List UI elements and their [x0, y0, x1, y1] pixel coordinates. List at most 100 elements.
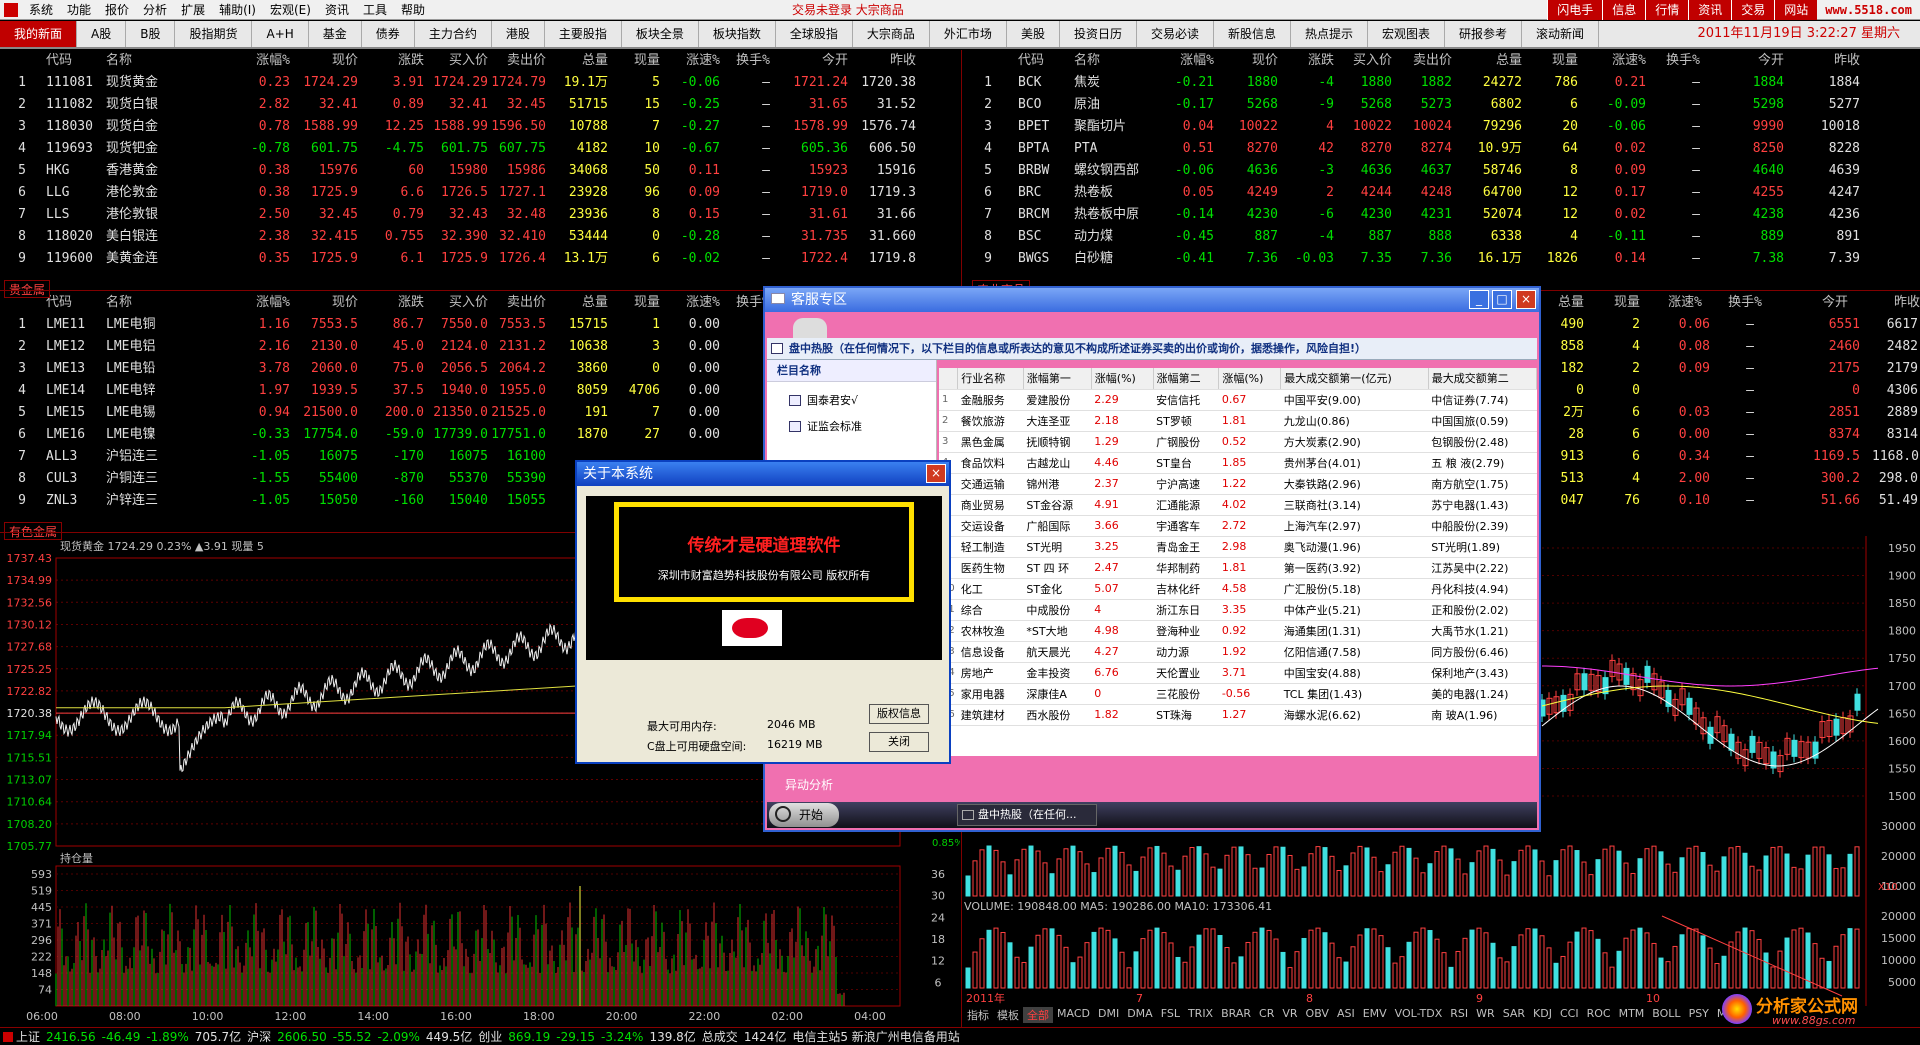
- close-button[interactable]: ×: [1516, 290, 1536, 309]
- column-header[interactable]: 昨收: [1790, 50, 1860, 72]
- table-row[interactable]: 513 4 2.00 — 300.2 298.0: [1536, 468, 1920, 490]
- indicator-tab[interactable]: 全部: [1023, 1007, 1053, 1023]
- hot-table-row[interactable]: 1 金融服务 爱建股份 2.29 安信信托 0.67 中国平安(9.00) 中信证券(7.74…: [939, 389, 1537, 411]
- tab-item[interactable]: 大宗商品: [853, 21, 930, 47]
- table-row[interactable]: 3 LME13 LME电铅 3.78 2060.0 75.0 2056.5 2064.2 386…: [0, 358, 760, 380]
- tab-item[interactable]: B股: [126, 21, 176, 47]
- indicator-tab[interactable]: CCI: [1556, 1007, 1583, 1023]
- section-label[interactable]: 贵金属: [4, 280, 51, 298]
- table-row[interactable]: 9 BWGS 白砂糖 -0.41 7.36 -0.03 7.35 7.36 16.1万 1826 0…: [966, 248, 1920, 270]
- table-row[interactable]: 6 LME16 LME电镍 -0.33 17754.0 -59.0 17739.0 17751…: [0, 424, 760, 446]
- menu-item[interactable]: 扩展: [174, 1, 212, 18]
- hot-column-header[interactable]: 行业名称: [957, 368, 1024, 390]
- hot-table-row[interactable]: 12农林牧渔*ST大地4.98登海种业0.92海通集团(1.31)大禹节水(1.…: [939, 620, 1537, 642]
- tab-item[interactable]: 基金: [309, 21, 362, 47]
- menu-item[interactable]: 辅助(I): [212, 1, 263, 18]
- table-row[interactable]: 913 6 0.34 — 1169.5 1168.0: [1536, 446, 1920, 468]
- column-header[interactable]: 名称: [106, 292, 176, 314]
- indicator-tab[interactable]: ROC: [1583, 1007, 1615, 1023]
- table-row[interactable]: 2 BCO 原油 -0.17 5268 -9 5268 5273 6802 6 -0.09—5298…: [966, 94, 1920, 116]
- tab-item[interactable]: 全球股指: [776, 21, 853, 47]
- menu-item[interactable]: 帮助: [394, 1, 432, 18]
- top-button[interactable]: 信息: [1602, 0, 1646, 20]
- indicator-tab[interactable]: FSL: [1157, 1007, 1184, 1023]
- indicator-tab[interactable]: EMV: [1359, 1007, 1391, 1023]
- indicator-tab[interactable]: DMI: [1094, 1007, 1123, 1023]
- tab-item[interactable]: 滚动新闻: [1522, 21, 1600, 47]
- tab-item[interactable]: 美股: [1007, 21, 1060, 47]
- table-row[interactable]: 2 LME12 LME电铝 2.16 2130.0 45.0 2124.0 2131.2 106…: [0, 336, 760, 358]
- tab-item[interactable]: 我的新面: [0, 21, 78, 47]
- column-header[interactable]: 现价: [1222, 50, 1278, 72]
- maximize-button[interactable]: □: [1492, 290, 1512, 309]
- indicator-tab[interactable]: OBV: [1302, 1007, 1333, 1023]
- column-header[interactable]: 换手%: [1656, 50, 1700, 72]
- menu-item[interactable]: 工具: [356, 1, 394, 18]
- table-row[interactable]: 8 BSC 动力煤 -0.45 887 -4 887 888 6338 4 -0.11—889 891: [966, 226, 1920, 248]
- column-header[interactable]: 现价: [288, 292, 358, 314]
- indicator-tab[interactable]: WR: [1472, 1007, 1499, 1023]
- tab-item[interactable]: A+H: [252, 21, 309, 47]
- indicator-tab[interactable]: VOL-TDX: [1391, 1007, 1447, 1023]
- about-close-icon[interactable]: ×: [926, 464, 946, 483]
- column-header[interactable]: 今开: [1800, 292, 1848, 314]
- hot-table-row[interactable]: 6商业贸易ST金谷源4.91汇通能源4.02三联商社(3.14)苏宁电器(1.4…: [939, 494, 1537, 516]
- indicator-tab[interactable]: SAR: [1499, 1007, 1529, 1023]
- column-header[interactable]: 昨收: [1872, 292, 1920, 314]
- tab-item[interactable]: 热点提示: [1291, 21, 1369, 47]
- indicator-tab[interactable]: MACD: [1053, 1007, 1094, 1023]
- copyright-button[interactable]: 版权信息: [869, 704, 929, 724]
- indicator-tab[interactable]: 指标: [963, 1007, 993, 1023]
- column-header[interactable]: 总量: [1460, 50, 1522, 72]
- column-header[interactable]: 现量: [1592, 292, 1640, 314]
- tab-item[interactable]: 投资日历: [1060, 21, 1137, 47]
- indicator-tab[interactable]: BRAR: [1217, 1007, 1255, 1023]
- indicator-tab[interactable]: TRIX: [1184, 1007, 1217, 1023]
- column-header[interactable]: 涨跌: [368, 292, 424, 314]
- sidebar-bottom-label[interactable]: 异动分析: [785, 776, 833, 793]
- menu-item[interactable]: 资讯: [318, 1, 356, 18]
- table-row[interactable]: 9 119600 美黄金连 0.35 1725.9 6.1 1725.9 1726.4 13.1…: [0, 248, 960, 270]
- column-header[interactable]: 涨速%: [666, 50, 720, 72]
- column-header[interactable]: 涨幅%: [230, 292, 290, 314]
- indicator-tab[interactable]: MTM: [1615, 1007, 1649, 1023]
- table-row[interactable]: 6 LLG 港伦敦金 0.38 1725.9 6.6 1726.5 1727.1 23928 96…: [0, 182, 960, 204]
- indicator-tab[interactable]: PSY: [1685, 1007, 1713, 1023]
- tab-item[interactable]: 港股: [492, 21, 545, 47]
- service-nav-item[interactable]: 国泰君安√: [789, 388, 936, 414]
- column-header[interactable]: 现量: [612, 292, 660, 314]
- hot-table-row[interactable]: 7交运设备广船国际3.66宇通客车2.72上海汽车(2.97)中船股份(2.39…: [939, 515, 1537, 537]
- service-nav-item[interactable]: 证监会标准: [789, 414, 936, 440]
- column-header[interactable]: 买入价: [1336, 50, 1392, 72]
- column-header[interactable]: 今开: [1720, 50, 1784, 72]
- top-button[interactable]: 行情: [1645, 0, 1689, 20]
- table-row[interactable]: 1 111081 现货黄金 0.23 1724.29 3.91 1724.29 1724.79…: [0, 72, 960, 94]
- hot-table-row[interactable]: 16建筑建材西水股份1.82ST珠海1.27海螺水泥(6.62)南 玻A(1.9…: [939, 704, 1537, 726]
- menu-item[interactable]: 系统: [22, 1, 60, 18]
- indicator-tab[interactable]: 模板: [993, 1007, 1023, 1023]
- hot-table-row[interactable]: 9医药生物ST 四 环2.47华邦制药1.81第一医药(3.92)江苏吴中(2.…: [939, 557, 1537, 579]
- tab-item[interactable]: 交易必读: [1137, 21, 1214, 47]
- start-button[interactable]: 开始: [769, 803, 839, 827]
- hot-column-header[interactable]: 涨幅(%): [1218, 368, 1282, 390]
- hot-table-row[interactable]: 4食品饮料古越龙山4.46ST皇台1.85贵州茅台(4.01)五 粮 液(2.7…: [939, 452, 1537, 474]
- column-header[interactable]: 现量: [612, 50, 660, 72]
- column-header[interactable]: 涨速%: [1586, 50, 1646, 72]
- indicator-tab[interactable]: KDJ: [1529, 1007, 1556, 1023]
- table-row[interactable]: 182 2 0.09 — 2175 2179: [1536, 358, 1920, 380]
- hot-table-row[interactable]: 11综合中成股份4浙江东日3.35中体产业(5.21)正和股份(2.02): [939, 599, 1537, 621]
- gear-icon[interactable]: [793, 318, 827, 338]
- top-button[interactable]: 交易: [1731, 0, 1775, 20]
- indicator-tab[interactable]: DMA: [1123, 1007, 1157, 1023]
- table-row[interactable]: 3 BPET 聚酯切片 0.04 10022 4 10022 10024 79296 20 -0.0…: [966, 116, 1920, 138]
- tab-item[interactable]: 股指期货: [175, 21, 253, 47]
- column-header[interactable]: 买入价: [426, 292, 488, 314]
- hot-table-row[interactable]: 14房地产金丰投资6.76天伦置业3.71中国宝安(4.88)保利地产(3.43…: [939, 662, 1537, 684]
- hot-table-row[interactable]: 2 餐饮旅游 大连圣亚 2.18 ST罗顿 1.81 九龙山(0.86) 中国国旅(0.59): [939, 410, 1537, 432]
- column-header[interactable]: 昨收: [850, 50, 916, 72]
- tab-item[interactable]: 研报参考: [1445, 21, 1523, 47]
- table-row[interactable]: 858 4 0.08 — 2460 2482: [1536, 336, 1920, 358]
- minimize-button[interactable]: _: [1469, 290, 1489, 309]
- hot-column-header[interactable]: 涨幅(%): [1091, 368, 1154, 390]
- table-row[interactable]: 7 BRCM 热卷板中原 -0.14 4230 -6 4230 4231 52074 12 0.02…: [966, 204, 1920, 226]
